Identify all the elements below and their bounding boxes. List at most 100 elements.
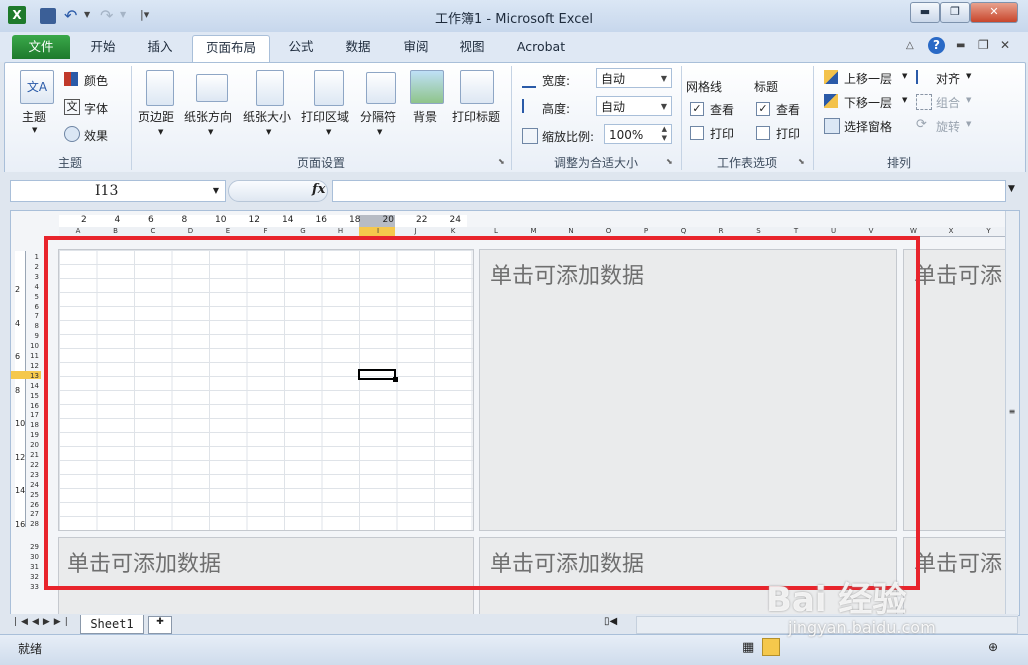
tab-split-handle-icon[interactable]: ▯◀ (604, 616, 618, 632)
zoom-stepper[interactable]: 100% ▲ ▼ (604, 124, 672, 144)
tab-insert[interactable]: 插入 (136, 35, 184, 59)
print-titles-button[interactable]: 打印标题 (452, 108, 500, 125)
page-setup-launcher-icon[interactable]: ⬊ (498, 157, 505, 166)
column-header[interactable]: A (63, 227, 93, 235)
tab-page-layout[interactable]: 页面布局 (192, 35, 270, 63)
background-button[interactable]: 背景 (413, 108, 437, 125)
minimize-button[interactable]: ▬ (910, 2, 940, 23)
themes-dropdown-icon[interactable]: ▼ (32, 126, 37, 134)
row-header[interactable]: 33 (11, 583, 39, 591)
sheet-nav-arrows-icon[interactable]: |◀◀▶▶| (14, 617, 72, 627)
print-area-dropdown-icon[interactable]: ▼ (326, 128, 331, 136)
column-header[interactable]: U (819, 227, 849, 235)
bring-forward-dropdown-icon[interactable]: ▼ (902, 72, 907, 80)
tab-view[interactable]: 视图 (448, 35, 496, 59)
row-header[interactable]: 8 (11, 322, 39, 330)
tab-acrobat[interactable]: Acrobat (508, 35, 574, 59)
column-header[interactable]: H (326, 227, 356, 235)
zoom-in-icon[interactable]: ⊕ (988, 640, 998, 654)
column-header[interactable]: Q (669, 227, 699, 235)
gridlines-print-checkbox[interactable] (690, 126, 704, 140)
row-header[interactable]: 3 (11, 273, 39, 281)
height-dropdown[interactable]: 自动 ▼ (596, 96, 672, 116)
column-header[interactable]: J (401, 227, 431, 235)
row-header[interactable]: 4 (11, 283, 39, 291)
send-backward-dropdown-icon[interactable]: ▼ (902, 96, 907, 104)
width-dropdown-icon[interactable]: ▼ (661, 69, 667, 89)
breaks-button[interactable]: 分隔符 (360, 108, 396, 125)
sheet-options-launcher-icon[interactable]: ⬊ (798, 157, 805, 166)
column-header[interactable]: D (176, 227, 206, 235)
row-header[interactable]: 7 (11, 312, 39, 320)
colors-icon[interactable] (64, 72, 78, 86)
margins-button[interactable]: 页边距 (138, 108, 174, 125)
row-header[interactable]: 14 (11, 382, 39, 390)
tab-data[interactable]: 数据 (334, 35, 382, 59)
align-icon[interactable] (916, 70, 932, 84)
tab-review[interactable]: 审阅 (392, 35, 440, 59)
print-area-icon[interactable] (314, 70, 344, 106)
column-header[interactable]: B (101, 227, 131, 235)
send-backward-button[interactable]: 下移一层 (844, 94, 892, 111)
align-button[interactable]: 对齐 (936, 70, 960, 87)
effects-button[interactable]: 效果 (84, 127, 108, 144)
scale-launcher-icon[interactable]: ⬊ (666, 157, 673, 166)
row-header[interactable]: 9 (11, 332, 39, 340)
row-header[interactable]: 1 (11, 253, 39, 261)
height-dropdown-icon[interactable]: ▼ (661, 97, 667, 117)
name-box[interactable]: I13 ▼ (10, 180, 226, 202)
print-titles-icon[interactable] (460, 70, 494, 104)
orientation-icon[interactable] (196, 74, 228, 102)
row-header[interactable]: 18 (11, 421, 39, 429)
row-header[interactable]: 25 (11, 491, 39, 499)
help-icon[interactable]: ? (928, 37, 945, 54)
margins-icon[interactable] (146, 70, 174, 106)
row-header[interactable]: 16 (11, 402, 39, 410)
margins-dropdown-icon[interactable]: ▼ (158, 128, 163, 136)
bring-forward-icon[interactable] (824, 70, 838, 84)
column-header[interactable]: C (138, 227, 168, 235)
width-dropdown[interactable]: 自动 ▼ (596, 68, 672, 88)
doc-close-icon[interactable]: ✕ (1000, 38, 1010, 52)
column-header[interactable]: M (519, 227, 549, 235)
breaks-icon[interactable] (366, 72, 396, 104)
column-header[interactable]: L (481, 227, 511, 235)
tab-home[interactable]: 开始 (80, 35, 126, 59)
scroll-thumb-icon[interactable]: ≡ (1007, 407, 1017, 419)
column-header[interactable]: F (251, 227, 281, 235)
column-header[interactable]: R (706, 227, 736, 235)
tab-formulas[interactable]: 公式 (278, 35, 324, 59)
size-icon[interactable] (256, 70, 284, 106)
row-header[interactable]: 21 (11, 451, 39, 459)
collapse-ribbon-icon[interactable]: △ (906, 40, 914, 51)
themes-button[interactable]: 主题 (22, 108, 46, 125)
column-header[interactable]: W (899, 227, 929, 235)
row-header[interactable]: 10 (11, 342, 39, 350)
normal-view-icon[interactable]: ▦ (742, 640, 754, 655)
formula-input[interactable] (332, 180, 1006, 202)
size-dropdown-icon[interactable]: ▼ (266, 128, 271, 136)
colors-button[interactable]: 颜色 (84, 72, 108, 89)
page-6[interactable]: 单击可添 (903, 537, 1019, 615)
selection-pane-button[interactable]: 选择窗格 (844, 118, 892, 135)
headings-view-checkbox[interactable]: ✓ (756, 102, 770, 116)
row-header[interactable]: 30 (11, 553, 39, 561)
column-header[interactable]: O (594, 227, 624, 235)
row-header[interactable]: 27 (11, 510, 39, 518)
send-backward-icon[interactable] (824, 94, 838, 108)
column-header[interactable]: I (363, 227, 393, 235)
page-placeholder-partial[interactable]: 单击可添 (914, 546, 1002, 578)
row-header[interactable]: 23 (11, 471, 39, 479)
column-header[interactable]: X (936, 227, 966, 235)
row-header[interactable]: 26 (11, 501, 39, 509)
row-header[interactable]: 19 (11, 431, 39, 439)
name-box-dropdown-icon[interactable]: ▼ (213, 186, 219, 195)
gridlines-view-checkbox[interactable]: ✓ (690, 102, 704, 116)
zoom-stepper-arrows-icon[interactable]: ▲ ▼ (662, 125, 667, 143)
page-placeholder-partial[interactable]: 单击可添 (914, 258, 1002, 290)
row-header[interactable]: 29 (11, 543, 39, 551)
tab-file[interactable]: 文件 (12, 35, 70, 59)
maximize-button[interactable]: ❐ (940, 2, 970, 23)
orientation-button[interactable]: 纸张方向 (184, 108, 232, 125)
page-layout-view-icon[interactable] (762, 638, 780, 656)
